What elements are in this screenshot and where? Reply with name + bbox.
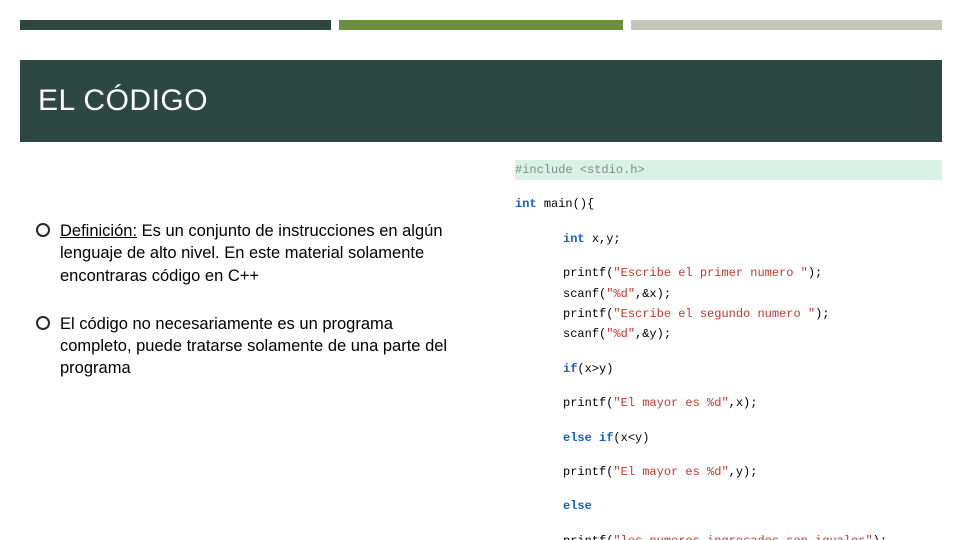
str-lit: "%d": [606, 287, 635, 301]
kw-int: int: [515, 197, 537, 211]
str-lit: "los numeros ingresados son iguales": [613, 534, 872, 540]
blank-line: [515, 482, 942, 496]
fn-printf: printf: [563, 396, 606, 410]
str-lit: "El mayor es %d": [613, 396, 728, 410]
arg-x: ,x);: [729, 396, 758, 410]
arg-amp-y: ,&y);: [635, 327, 671, 341]
blank-line: [515, 517, 942, 531]
code-line-else: else: [515, 496, 942, 516]
bullet-text: Definición: Es un conjunto de instruccio…: [60, 220, 466, 287]
blank-line: [515, 180, 942, 194]
blank-line: [515, 414, 942, 428]
kw-else: else: [563, 499, 592, 513]
paren-close: );: [815, 307, 829, 321]
str-lit: "El mayor es %d": [613, 465, 728, 479]
code-line-printf5: printf("los numeros ingresados son igual…: [515, 531, 942, 540]
bullet-body: El código no necesariamente es un progra…: [60, 315, 447, 378]
blank-line: [515, 215, 942, 229]
fn-scanf: scanf: [563, 287, 599, 301]
deco-gap: [331, 20, 339, 30]
code-line-include: #include <stdio.h>: [515, 160, 942, 180]
title-band: EL CÓDIGO: [20, 60, 942, 142]
blank-line: [515, 379, 942, 393]
bullet-label: Definición:: [60, 222, 137, 240]
code-line-printf2: printf("Escribe el segundo numero ");: [515, 304, 942, 324]
decl-vars: x,y;: [592, 232, 621, 246]
bullet-list: Definición: Es un conjunto de instruccio…: [36, 220, 466, 406]
top-decoration: [20, 20, 942, 30]
code-line-scanf2: scanf("%d",&y);: [515, 324, 942, 344]
page-title: EL CÓDIGO: [38, 84, 208, 118]
code-line-printf4: printf("El mayor es %d",y);: [515, 462, 942, 482]
code-line-scanf1: scanf("%d",&x);: [515, 284, 942, 304]
fn-printf: printf: [563, 534, 606, 540]
fn-printf: printf: [563, 465, 606, 479]
fn-printf: printf: [563, 266, 606, 280]
code-line-if: if(x>y): [515, 359, 942, 379]
code-line-main: int main(){: [515, 194, 942, 214]
kw-if: if: [599, 431, 613, 445]
code-line-decl: int x,y;: [515, 229, 942, 249]
code-line-elseif: else if(x<y): [515, 428, 942, 448]
bullet-icon: [36, 223, 50, 237]
deco-gap: [623, 20, 631, 30]
kw-else: else: [563, 431, 592, 445]
deco-bar-gray: [631, 20, 942, 30]
list-item: Definición: Es un conjunto de instruccio…: [36, 220, 466, 287]
str-lit: "%d": [606, 327, 635, 341]
blank-line: [515, 249, 942, 263]
slide: EL CÓDIGO Definición: Es un conjunto de …: [0, 0, 960, 540]
blank-line: [515, 448, 942, 462]
include-lib: <stdio.h>: [580, 163, 645, 177]
arg-y: ,y);: [729, 465, 758, 479]
cond-xy: (x>y): [577, 362, 613, 376]
kw-include: #include: [515, 163, 573, 177]
bullet-icon: [36, 316, 50, 330]
arg-amp-x: ,&x);: [635, 287, 671, 301]
paren-close: );: [873, 534, 887, 540]
fn-scanf: scanf: [563, 327, 599, 341]
list-item: El código no necesariamente es un progra…: [36, 313, 466, 380]
deco-bar-green: [339, 20, 622, 30]
blank-line: [515, 345, 942, 359]
fn-printf: printf: [563, 307, 606, 321]
str-lit: "Escribe el segundo numero ": [613, 307, 815, 321]
bullet-text: El código no necesariamente es un progra…: [60, 313, 466, 380]
cond-xlty: (x<y): [613, 431, 649, 445]
deco-bar-dark: [20, 20, 331, 30]
code-panel: #include <stdio.h> int main(){ int x,y; …: [515, 160, 942, 530]
kw-if: if: [563, 362, 577, 376]
code-line-printf3: printf("El mayor es %d",x);: [515, 393, 942, 413]
paren-close: );: [808, 266, 822, 280]
code-line-printf1: printf("Escribe el primer numero ");: [515, 263, 942, 283]
kw-int: int: [563, 232, 585, 246]
main-sig: main(){: [544, 197, 594, 211]
str-lit: "Escribe el primer numero ": [613, 266, 807, 280]
